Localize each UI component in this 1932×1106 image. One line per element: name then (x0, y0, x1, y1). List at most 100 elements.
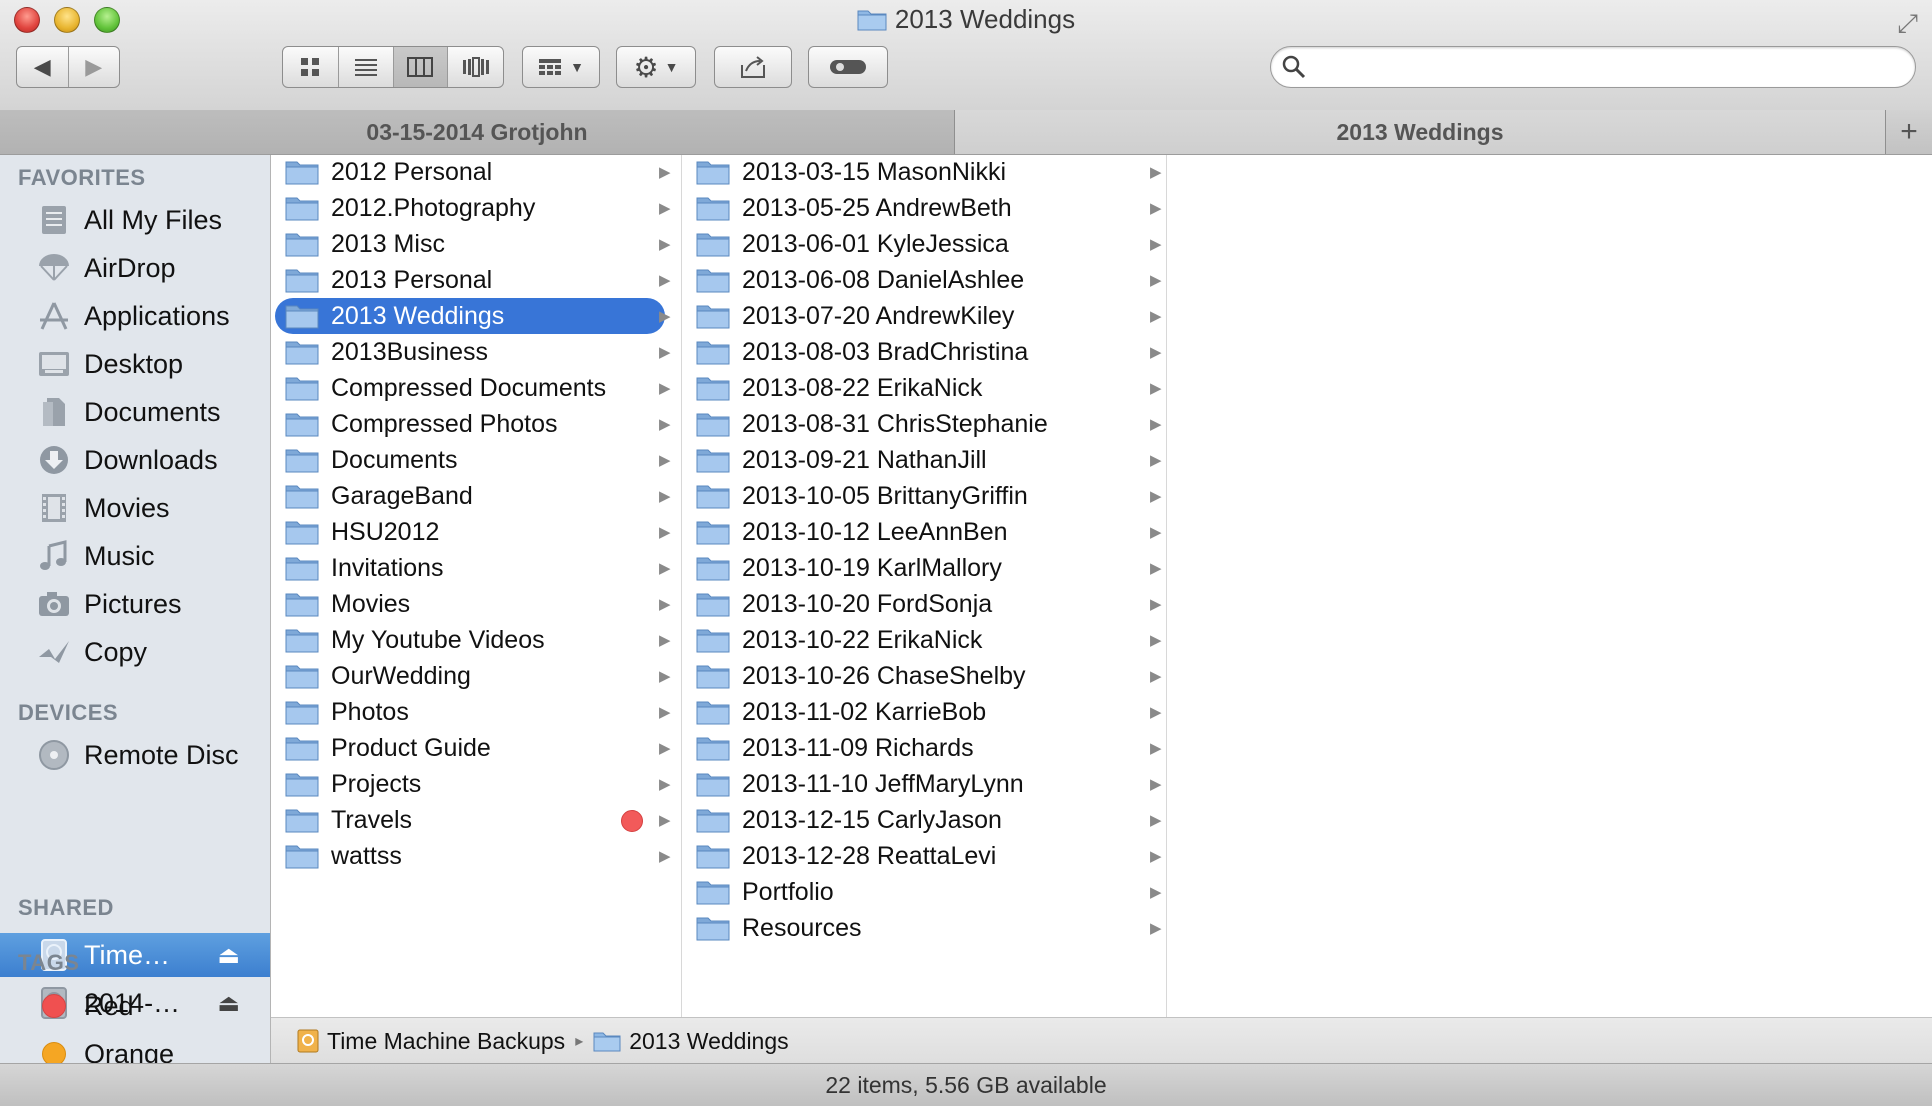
sidebar-item-desktop[interactable]: Desktop (0, 342, 270, 386)
folder-row[interactable]: 2013-11-09 Richards ▶ (686, 730, 1162, 766)
folder-icon (285, 843, 319, 869)
folder-row[interactable]: 2013-08-22 ErikaNick ▶ (686, 370, 1162, 406)
folder-row[interactable]: 2013-10-26 ChaseShelby ▶ (686, 658, 1162, 694)
documents-icon (34, 395, 74, 429)
folder-row[interactable]: 2013-11-10 JeffMaryLynn ▶ (686, 766, 1162, 802)
tags-button[interactable] (808, 46, 888, 88)
sidebar-item-label: Music (84, 540, 155, 571)
folder-icon (696, 195, 730, 221)
folder-row[interactable]: Product Guide ▶ (275, 730, 671, 766)
folder-name: 2013-08-03 BradChristina (742, 337, 1029, 366)
folder-row[interactable]: Photos ▶ (275, 694, 671, 730)
folder-row[interactable]: 2013 Personal ▶ (275, 262, 671, 298)
folder-row[interactable]: 2012.Photography ▶ (275, 190, 671, 226)
sidebar-item-pictures[interactable]: Pictures (0, 582, 270, 626)
folder-row[interactable]: 2013-03-15 MasonNikki ▶ (686, 155, 1162, 190)
folder-row[interactable]: wattss ▶ (275, 838, 671, 874)
folder-row[interactable]: 2013-12-15 CarlyJason ▶ (686, 802, 1162, 838)
folder-row[interactable]: Compressed Documents ▶ (275, 370, 671, 406)
folder-row[interactable]: GarageBand ▶ (275, 478, 671, 514)
tab-grotjohn[interactable]: 03-15-2014 Grotjohn (0, 110, 955, 154)
folder-row[interactable]: 2013-06-01 KyleJessica ▶ (686, 226, 1162, 262)
disclosure-arrow-icon: ▶ (659, 308, 671, 325)
folder-row[interactable]: 2013-08-03 BradChristina ▶ (686, 334, 1162, 370)
folder-icon (696, 159, 730, 185)
list-view-icon[interactable] (339, 47, 394, 87)
folder-row[interactable]: 2013-10-22 ErikaNick ▶ (686, 622, 1162, 658)
search-input[interactable] (1317, 53, 1901, 83)
folder-row[interactable]: 2013-09-21 NathanJill ▶ (686, 442, 1162, 478)
sidebar-tag-red[interactable]: Red (0, 984, 270, 1028)
new-tab-button[interactable]: + (1885, 110, 1932, 154)
folder-row[interactable]: Invitations ▶ (275, 550, 671, 586)
forward-arrow-icon[interactable]: ▶ (69, 47, 120, 87)
disclosure-arrow-icon: ▶ (1150, 632, 1162, 649)
coverflow-view-icon[interactable] (448, 47, 503, 87)
sidebar-item-time-machine[interactable]: Time… ⏏ (0, 933, 270, 977)
browser-column-3 (1167, 155, 1932, 1017)
folder-icon (696, 411, 730, 437)
sidebar-item-airdrop[interactable]: AirDrop (0, 246, 270, 290)
gear-icon: ⚙ (633, 51, 659, 83)
eject-icon[interactable]: ⏏ (217, 941, 240, 970)
folder-row[interactable]: 2013-07-20 AndrewKiley ▶ (686, 298, 1162, 334)
folder-name: Invitations (331, 553, 444, 582)
folder-row[interactable]: Travels ▶ (275, 802, 671, 838)
share-icon (741, 56, 765, 78)
sidebar-tag-orange[interactable]: Orange (0, 1032, 270, 1063)
folder-name: Portfolio (742, 877, 834, 906)
folder-row[interactable]: 2013 Misc ▶ (275, 226, 671, 262)
folder-row[interactable]: HSU2012 ▶ (275, 514, 671, 550)
sidebar-item-remote-disc[interactable]: Remote Disc (0, 733, 270, 777)
folder-row[interactable]: 2013-10-20 FordSonja ▶ (686, 586, 1162, 622)
sidebar-item-all-my-files[interactable]: All My Files (0, 198, 270, 242)
folder-row[interactable]: Projects ▶ (275, 766, 671, 802)
folder-row[interactable]: Movies ▶ (275, 586, 671, 622)
back-forward-control: ◀ ▶ (16, 46, 120, 88)
folder-row[interactable]: 2013-05-25 AndrewBeth ▶ (686, 190, 1162, 226)
disclosure-arrow-icon: ▶ (1150, 668, 1162, 685)
remote-disc-icon (34, 738, 74, 772)
fullscreen-icon[interactable]: ⤢ (1897, 8, 1918, 40)
sidebar-item-music[interactable]: Music (0, 534, 270, 578)
folder-icon (696, 915, 730, 941)
folder-row[interactable]: 2013-06-08 DanielAshlee ▶ (686, 262, 1162, 298)
icon-view-icon[interactable] (283, 47, 339, 87)
folder-row[interactable]: Documents ▶ (275, 442, 671, 478)
folder-row[interactable]: 2013-12-28 ReattaLevi ▶ (686, 838, 1162, 874)
folder-name: Travels (331, 805, 413, 834)
folder-row[interactable]: 2013-10-19 KarlMallory ▶ (686, 550, 1162, 586)
folder-row[interactable]: 2013-10-05 BrittanyGriffin ▶ (686, 478, 1162, 514)
disclosure-arrow-icon: ▶ (659, 632, 671, 649)
sidebar-item-applications[interactable]: Applications (0, 294, 270, 338)
sidebar-item-copy[interactable]: Copy (0, 630, 270, 674)
column-view-icon[interactable] (393, 47, 449, 87)
folder-icon (696, 591, 730, 617)
tab-2013-weddings[interactable]: 2013 Weddings (955, 110, 1885, 154)
arrange-menu-button[interactable]: ▼ (522, 46, 600, 88)
folder-icon (285, 735, 319, 761)
folder-row[interactable]: Compressed Photos ▶ (275, 406, 671, 442)
folder-name: 2012.Photography (331, 193, 536, 222)
path-bar: Time Machine Backups ▸ 2013 Weddings (271, 1017, 1932, 1064)
disclosure-arrow-icon: ▶ (659, 704, 671, 721)
back-arrow-icon[interactable]: ◀ (17, 47, 69, 87)
folder-row[interactable]: 2013 Weddings ▶ (275, 298, 671, 334)
folder-row[interactable]: 2013-08-31 ChrisStephanie ▶ (686, 406, 1162, 442)
folder-row[interactable]: 2012 Personal ▶ (275, 155, 671, 190)
sidebar-item-movies[interactable]: Movies (0, 486, 270, 530)
action-menu-button[interactable]: ⚙ ▼ (616, 46, 696, 88)
search-field[interactable] (1270, 46, 1916, 88)
folder-row[interactable]: 2013-10-12 LeeAnnBen ▶ (686, 514, 1162, 550)
path-item-time-machine[interactable]: Time Machine Backups (297, 1028, 565, 1055)
folder-row[interactable]: 2013Business ▶ (275, 334, 671, 370)
share-button[interactable] (714, 46, 792, 88)
folder-row[interactable]: My Youtube Videos ▶ (275, 622, 671, 658)
folder-row[interactable]: Resources ▶ (686, 910, 1162, 946)
folder-row[interactable]: Portfolio ▶ (686, 874, 1162, 910)
folder-row[interactable]: OurWedding ▶ (275, 658, 671, 694)
path-item-2013-weddings[interactable]: 2013 Weddings (593, 1028, 789, 1055)
sidebar-item-documents[interactable]: Documents (0, 390, 270, 434)
sidebar-item-downloads[interactable]: Downloads (0, 438, 270, 482)
folder-row[interactable]: 2013-11-02 KarrieBob ▶ (686, 694, 1162, 730)
